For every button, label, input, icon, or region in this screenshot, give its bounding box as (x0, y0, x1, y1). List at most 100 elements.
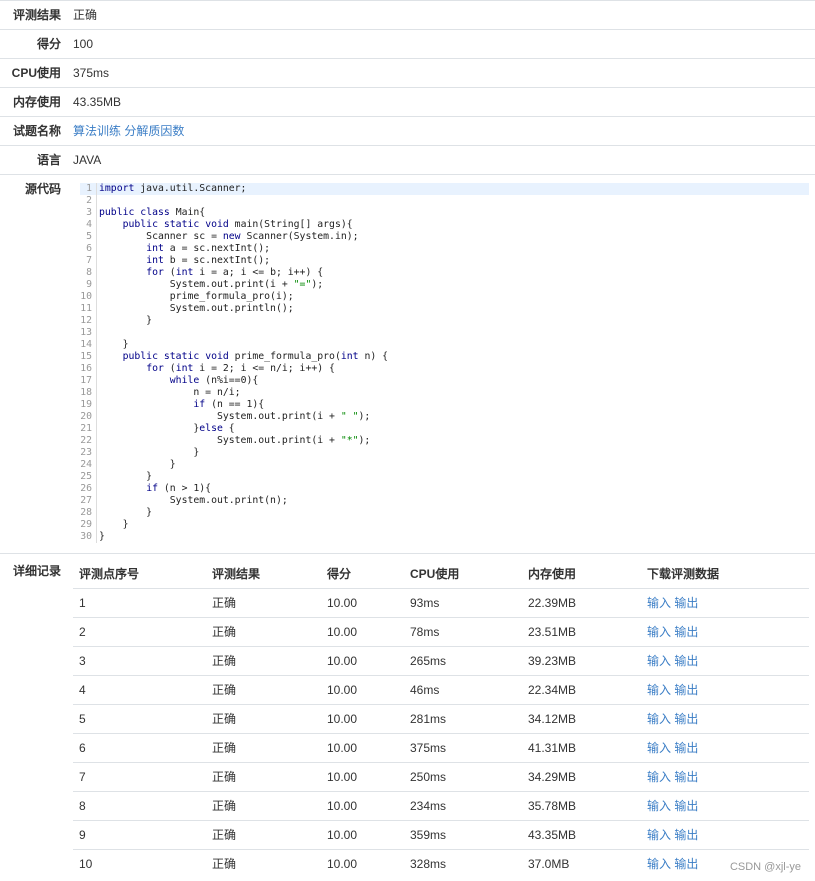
output-download-link[interactable]: 输出 (674, 799, 698, 813)
output-download-link[interactable]: 输出 (674, 712, 698, 726)
score-cell: 10.00 (321, 588, 404, 618)
output-download-link[interactable]: 输出 (674, 654, 698, 668)
case-number-cell: 6 (73, 733, 206, 763)
code-line: 5 Scanner sc = new Scanner(System.in); (80, 231, 809, 243)
output-download-link[interactable]: 输出 (674, 741, 698, 755)
download-cell: 输入 输出 (641, 588, 809, 618)
case-number-cell: 7 (73, 762, 206, 792)
score-cell: 10.00 (321, 762, 404, 792)
line-number: 30 (80, 531, 97, 543)
line-number: 24 (80, 459, 97, 471)
table-row: 6 正确 10.00 375ms 41.31MB 输入 输出 (73, 733, 809, 763)
code-line-text: } (99, 519, 129, 530)
case-number-cell: 4 (73, 675, 206, 705)
input-download-link[interactable]: 输入 (647, 654, 671, 668)
code-line-text: if (n > 1){ (146, 483, 212, 494)
output-download-link[interactable]: 输出 (674, 857, 698, 871)
detail-records-label: 详细记录 (12, 564, 61, 578)
memory-cell: 34.29MB (522, 762, 641, 792)
download-cell: 输入 输出 (641, 791, 809, 821)
result-value: 正确 (73, 8, 98, 22)
code-line: 1 import java.util.Scanner; (80, 183, 809, 195)
memory-cell: 39.23MB (522, 646, 641, 676)
score-cell: 10.00 (321, 704, 404, 734)
code-line-text: } (99, 507, 153, 518)
code-line-text: System.out.print(i + "*"); (99, 435, 371, 446)
line-number: 26 (80, 483, 97, 495)
score-row: 得分 100 (0, 29, 815, 58)
download-cell: 输入 输出 (641, 762, 809, 792)
download-cell: 输入 输出 (641, 733, 809, 763)
code-line-text: public class Main{ (99, 207, 206, 218)
code-line-text: } (99, 531, 105, 542)
cpu-row: CPU使用 375ms (0, 58, 815, 87)
line-number: 3 (80, 207, 97, 219)
code-line: 10 prime_formula_pro(i); (80, 291, 809, 303)
line-number: 23 (80, 447, 97, 459)
code-line: 19 if (n == 1){ (80, 399, 809, 411)
input-download-link[interactable]: 输入 (647, 625, 671, 639)
code-line: 22 System.out.print(i + "*"); (80, 435, 809, 447)
table-row: 5 正确 10.00 281ms 34.12MB 输入 输出 (73, 704, 809, 734)
line-number: 2 (80, 195, 97, 207)
score-cell: 10.00 (321, 733, 404, 763)
code-viewer[interactable]: 1 import java.util.Scanner; 2 3 public class… (80, 183, 809, 543)
score-cell: 10.00 (321, 820, 404, 850)
output-download-link[interactable]: 输出 (674, 828, 698, 842)
result-cell: 正确 (206, 588, 321, 618)
cpu-cell: 46ms (404, 675, 522, 705)
input-download-link[interactable]: 输入 (647, 799, 671, 813)
cpu-cell: 328ms (410, 856, 447, 871)
result-cell: 正确 (206, 617, 321, 647)
line-number: 18 (80, 387, 97, 399)
cpu-cell: 250ms (404, 762, 522, 792)
result-cell: 正确 (206, 646, 321, 676)
problem-link[interactable]: 算法训练 分解质因数 (73, 117, 184, 146)
line-number: 12 (80, 315, 97, 327)
case-number-cell: 3 (73, 646, 206, 676)
input-download-link[interactable]: 输入 (647, 770, 671, 784)
output-download-link[interactable]: 输出 (674, 596, 698, 610)
memory-cell: 22.39MB (522, 588, 641, 618)
memory-label: 内存使用 (12, 95, 61, 109)
line-number: 13 (80, 327, 97, 339)
input-download-link[interactable]: 输入 (647, 683, 671, 697)
code-line: 6 int a = sc.nextInt(); (80, 243, 809, 255)
code-line: 20 System.out.print(i + " "); (80, 411, 809, 423)
header-cpu: CPU使用 (404, 559, 522, 589)
header-download: 下载评测数据 (641, 559, 809, 589)
output-download-link[interactable]: 输出 (674, 770, 698, 784)
memory-value: 43.35MB (73, 95, 122, 109)
input-download-link[interactable]: 输入 (647, 596, 671, 610)
submission-detail-page: 评测结果 正确 得分 100 CPU使用 375ms 内存使用 43.35MB … (0, 0, 815, 881)
cpu-cell: 93ms (404, 588, 522, 618)
code-line-text: int b = sc.nextInt(); (146, 255, 271, 266)
code-line: 25 } (80, 471, 809, 483)
input-download-link[interactable]: 输入 (647, 828, 671, 842)
table-row: 4 正确 10.00 46ms 22.34MB 输入 输出 (73, 675, 809, 705)
code-line-text: public static void prime_formula_pro(int… (122, 351, 389, 362)
output-download-link[interactable]: 输出 (674, 683, 698, 697)
table-row: 1 正确 10.00 93ms 22.39MB 输入 输出 (73, 588, 809, 618)
code-line: 14 } (80, 339, 809, 351)
cpu-value: 375ms (73, 66, 110, 80)
header-case-number: 评测点序号 (73, 559, 206, 589)
cpu-cell: 265ms (404, 646, 522, 676)
memory-cell: 23.51MB (522, 617, 641, 647)
language-row: 语言 JAVA (0, 145, 815, 174)
result-label: 评测结果 (12, 8, 61, 22)
input-download-link[interactable]: 输入 (647, 741, 671, 755)
line-number: 4 (80, 219, 97, 231)
output-download-link[interactable]: 输出 (674, 625, 698, 639)
line-number: 14 (80, 339, 97, 351)
code-line: 4 public static void main(String[] args)… (80, 219, 809, 231)
language-value: JAVA (73, 153, 102, 167)
code-line-text: } (99, 315, 153, 326)
line-number: 25 (80, 471, 97, 483)
code-line: 7 int b = sc.nextInt(); (80, 255, 809, 267)
memory-cell: 43.35MB (522, 820, 641, 850)
result-cell: 正确 (206, 704, 321, 734)
code-line-text: prime_formula_pro(i); (99, 291, 294, 302)
input-download-link[interactable]: 输入 (647, 857, 671, 871)
input-download-link[interactable]: 输入 (647, 712, 671, 726)
